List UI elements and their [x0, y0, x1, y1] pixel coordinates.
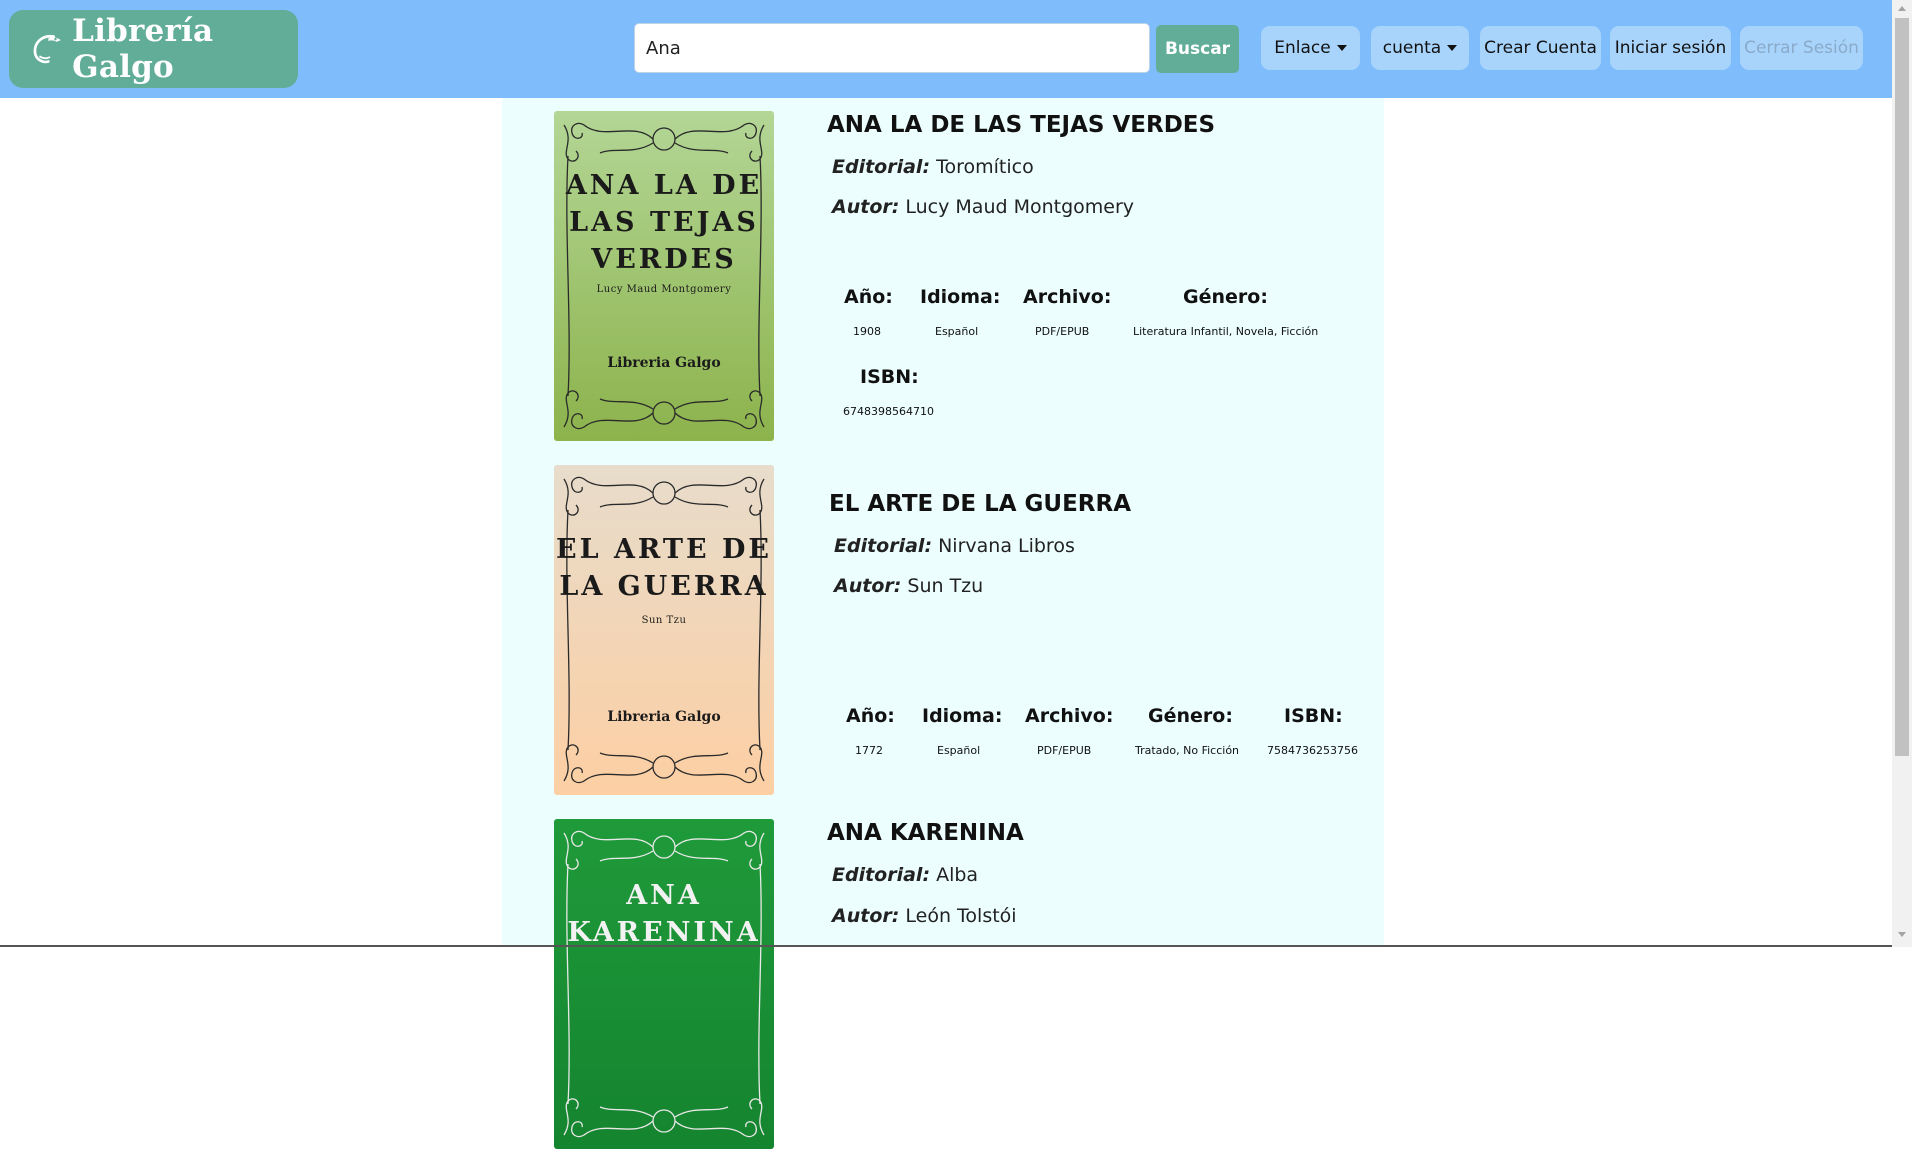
- scroll-up-arrow-icon[interactable]: [1898, 6, 1906, 11]
- chevron-down-icon: [1447, 45, 1458, 51]
- enlace-dropdown-button[interactable]: Enlace: [1261, 26, 1360, 70]
- cover-author: Sun Tzu: [641, 615, 687, 626]
- book-author: Autor: León Tolstói: [832, 905, 1017, 927]
- file-label: Archivo:: [1025, 705, 1114, 727]
- year-value: 1772: [855, 744, 883, 757]
- year-value: 1908: [853, 325, 881, 338]
- year-label: Año:: [846, 705, 895, 727]
- crear-cuenta-button[interactable]: Crear Cuenta: [1480, 26, 1601, 70]
- cover-ornament-frame: [554, 819, 774, 1149]
- chevron-down-icon: [1336, 45, 1347, 51]
- results-panel: ANA LA DE LAS TEJAS VERDES Lucy Maud Mon…: [502, 98, 1384, 1149]
- isbn-label: ISBN:: [1284, 705, 1343, 727]
- page-scrollbar[interactable]: [1892, 0, 1912, 947]
- language-value: Español: [937, 744, 981, 757]
- language-label: Idioma:: [922, 705, 1003, 727]
- language-value: Español: [935, 325, 979, 338]
- cuenta-label: cuenta: [1382, 38, 1442, 58]
- cover-title: EL ARTE DE LA GUERRA: [556, 534, 772, 602]
- book-author: Autor: Lucy Maud Montgomery: [832, 196, 1135, 218]
- cerrar-sesion-button[interactable]: Cerrar Sesión: [1740, 26, 1863, 70]
- brand-link[interactable]: Librería Galgo: [9, 10, 298, 88]
- genre-label: Género:: [1183, 286, 1268, 308]
- cover-title: ANA KARENINA: [567, 880, 761, 948]
- book-title[interactable]: ANA LA DE LAS TEJAS VERDES: [827, 112, 1215, 138]
- isbn-value: 7584736253756: [1267, 744, 1358, 757]
- book-title[interactable]: ANA KARENINA: [827, 820, 1024, 846]
- iniciar-sesion-button[interactable]: Iniciar sesión: [1610, 26, 1731, 70]
- genre-value: Literatura Infantil, Novela, Ficción: [1133, 325, 1319, 338]
- book-cover-image[interactable]: ANA KARENINA: [554, 819, 774, 1149]
- search-button[interactable]: Buscar: [1156, 25, 1239, 73]
- cuenta-dropdown-button[interactable]: cuenta: [1371, 26, 1469, 70]
- navbar: Librería Galgo Buscar Enlace cuenta Crea…: [0, 0, 1892, 98]
- language-label: Idioma:: [920, 286, 1001, 308]
- isbn-label: ISBN:: [860, 366, 919, 388]
- cover-author: Lucy Maud Montgomery: [596, 284, 732, 295]
- file-value: PDF/EPUB: [1037, 744, 1092, 757]
- book-cover-image[interactable]: ANA LA DE LAS TEJAS VERDES Lucy Maud Mon…: [554, 111, 774, 441]
- book-title[interactable]: EL ARTE DE LA GUERRA: [829, 491, 1131, 517]
- file-value: PDF/EPUB: [1035, 325, 1090, 338]
- greyhound-logo-icon: [33, 34, 61, 64]
- book-cover-image[interactable]: EL ARTE DE LA GUERRA Sun Tzu Libreria Ga…: [554, 465, 774, 795]
- enlace-label: Enlace: [1274, 38, 1331, 58]
- cover-publisher: Libreria Galgo: [607, 709, 721, 725]
- book-editorial: Editorial: Toromítico: [832, 156, 1034, 178]
- book-editorial: Editorial: Nirvana Libros: [834, 535, 1075, 557]
- scrollbar-thumb[interactable]: [1895, 18, 1909, 756]
- cover-ornament-frame: [554, 465, 774, 795]
- isbn-value: 6748398564710: [843, 405, 934, 418]
- file-label: Archivo:: [1023, 286, 1112, 308]
- genre-value: Tratado, No Ficción: [1135, 744, 1240, 757]
- year-label: Año:: [844, 286, 893, 308]
- scroll-down-arrow-icon[interactable]: [1898, 932, 1906, 937]
- brand-name: Librería Galgo: [72, 13, 214, 85]
- cover-publisher: Libreria Galgo: [607, 355, 721, 371]
- book-author: Autor: Sun Tzu: [834, 575, 984, 597]
- book-editorial: Editorial: Alba: [832, 864, 979, 886]
- search-input[interactable]: [634, 23, 1150, 73]
- cover-title: ANA LA DE LAS TEJAS VERDES: [565, 170, 763, 275]
- genre-label: Género:: [1148, 705, 1233, 727]
